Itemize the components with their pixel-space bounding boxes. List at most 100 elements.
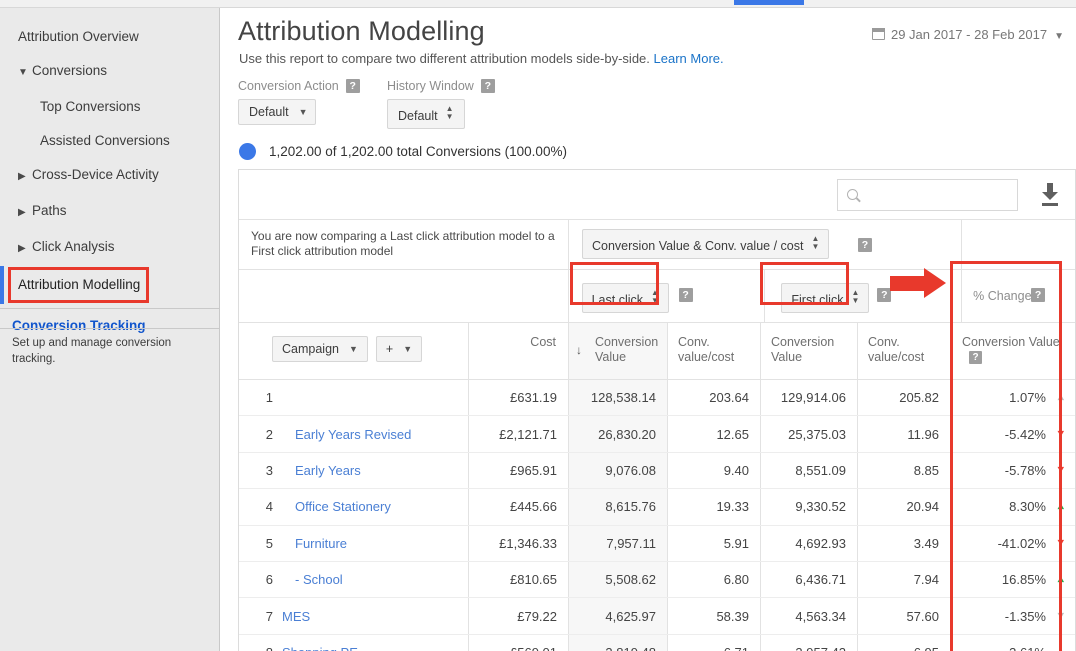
attribution-modelling-screen: Attribution Overview ▼Conversions Top Co… [0, 0, 1076, 651]
conversion-value-first: 6,436.71 [761, 572, 857, 587]
triangle-down-icon: ▼ [18, 65, 32, 81]
conversion-value-last: 5,508.62 [569, 572, 667, 587]
row-cell-conv-value-cost-first: 11.96 [858, 416, 951, 451]
table-row[interactable]: 2 Early Years Revised £2,121.71 26,830.2… [239, 416, 1075, 452]
date-range-label: 29 Jan 2017 - 28 Feb 2017 [891, 27, 1047, 42]
learn-more-link[interactable]: Learn More. [654, 51, 724, 66]
campaign-link[interactable]: Furniture [273, 536, 347, 551]
table-row[interactable]: 4 Office Stationery £445.66 8,615.76 19.… [239, 489, 1075, 525]
campaign-dimension-button[interactable]: Campaign▼ [272, 336, 368, 362]
campaign-link[interactable]: Office Stationery [273, 499, 391, 514]
row-cell-campaign: 7 MES [239, 598, 469, 633]
row-cell-campaign: 1 [239, 380, 469, 415]
row-cell-change: -5.42%⯆ [951, 416, 1075, 451]
sidebar-item-assisted-conversions[interactable]: Assisted Conversions [0, 124, 219, 158]
row-cell-change: -41.02%⯆ [951, 526, 1075, 561]
help-icon-first-click[interactable]: ? [877, 288, 891, 302]
last-click-model-value: Last click [592, 293, 643, 307]
table-row[interactable]: 1 £631.19 128,538.14 203.64 129,914.06 2… [239, 380, 1075, 416]
conversion-action-select[interactable]: Default▼ [238, 99, 316, 125]
conversion-action-label: Conversion Action [238, 79, 339, 93]
row-cell-conversion-value-first: 4,692.93 [761, 526, 858, 561]
sidebar-item-attribution-overview[interactable]: Attribution Overview [0, 20, 219, 54]
spinner-updown-icon: ▲▼ [851, 289, 859, 305]
sidebar-item-conversions[interactable]: ▼Conversions [0, 54, 219, 90]
download-icon[interactable] [1038, 183, 1062, 207]
comparison-message-row: You are now comparing a Last click attri… [239, 220, 1075, 270]
trend-up-icon: ⯅ [1056, 574, 1065, 586]
campaign-link[interactable]: - School [273, 572, 343, 587]
header-label-cost: Cost [469, 323, 568, 350]
search-input[interactable] [838, 180, 1017, 210]
conversion-value-last: 4,625.97 [569, 609, 667, 624]
sidebar-item-attribution-modelling[interactable]: Attribution Modelling [0, 266, 219, 304]
sidebar-item-label: Conversions [32, 63, 107, 78]
triangle-right-icon: ▶ [18, 169, 32, 185]
metric-selector[interactable]: Conversion Value & Conv. value / cost ▲▼ [582, 229, 829, 259]
sidebar-item-click-analysis[interactable]: ▶Click Analysis [0, 230, 219, 266]
header-label-change-text: Conversion Value [962, 335, 1060, 349]
chevron-down-icon: ▼ [403, 344, 412, 354]
cost-value: £965.91 [469, 463, 568, 478]
table-row[interactable]: 3 Early Years £965.91 9,076.08 9.40 8,55… [239, 453, 1075, 489]
header-label-conversion-value-first: Conversion Value [761, 323, 857, 365]
conv-value-cost-last: 19.33 [668, 499, 760, 514]
sidebar-item-paths[interactable]: ▶Paths [0, 194, 219, 230]
conversion-tracking-link[interactable]: Conversion Tracking [12, 317, 209, 335]
spinner-updown-icon: ▲▼ [811, 235, 819, 251]
sidebar-footer-conversion-tracking[interactable]: Conversion Tracking Set up and manage co… [0, 309, 219, 377]
chevron-down-icon: ▼ [1054, 31, 1064, 42]
search-box[interactable] [837, 179, 1018, 211]
add-dimension-button[interactable]: +▼ [376, 336, 422, 362]
table-row[interactable]: 7 MES £79.22 4,625.97 58.39 4,563.34 57.… [239, 598, 1075, 634]
table-row[interactable]: 5 Furniture £1,346.33 7,957.11 5.91 4,69… [239, 526, 1075, 562]
help-icon-last-click[interactable]: ? [679, 288, 693, 302]
table-row[interactable]: 8 Shopping PE £569.01 3,819.48 6.71 3,95… [239, 635, 1075, 651]
change-value: 8.30% [1009, 499, 1046, 514]
last-click-model-select[interactable]: Last click ▲▼ [582, 283, 669, 313]
row-cell-conv-value-cost-last: 19.33 [668, 489, 761, 524]
header-cell-cost[interactable]: Cost [469, 323, 569, 379]
cost-value: £631.19 [469, 390, 568, 405]
campaign-link[interactable]: MES [273, 609, 310, 624]
metric-selector-value: Conversion Value & Conv. value / cost [592, 239, 803, 253]
date-range-picker[interactable]: 29 Jan 2017 - 28 Feb 2017 ▼ [872, 27, 1064, 42]
cost-value: £569.01 [469, 645, 568, 651]
help-icon-metric-selector[interactable]: ? [858, 238, 872, 252]
conv-value-cost-last: 6.80 [668, 572, 760, 587]
sidebar-item-cross-device-activity[interactable]: ▶Cross-Device Activity [0, 158, 219, 194]
header-cell-change-conversion-value[interactable]: Conversion Value? [951, 323, 1075, 379]
triangle-right-icon: ▶ [18, 205, 32, 221]
row-cell-cost: £965.91 [469, 453, 569, 488]
row-index: 3 [239, 463, 273, 478]
help-icon-change-conversion-value[interactable]: ? [969, 351, 982, 364]
help-icon-percent-change[interactable]: ? [1031, 288, 1045, 302]
conversion-value-last: 8,615.76 [569, 499, 667, 514]
campaign-link[interactable]: Early Years [273, 463, 361, 478]
page-subtitle-text: Use this report to compare two different… [239, 51, 650, 66]
page-subtitle: Use this report to compare two different… [239, 51, 724, 66]
help-icon-history-window[interactable]: ? [481, 79, 495, 93]
header-cell-conversion-value-last-click[interactable]: ↓ Conversion Value [569, 323, 668, 379]
campaign-link[interactable]: Early Years Revised [273, 427, 411, 442]
row-index: 6 [239, 572, 273, 587]
triangle-right-icon: ▶ [18, 241, 32, 257]
help-icon-conversion-action[interactable]: ? [346, 79, 360, 93]
history-window-select[interactable]: Default▲▼ [387, 99, 465, 129]
conv-value-cost-first: 57.60 [858, 609, 950, 624]
row-cell-conversion-value-last: 9,076.08 [569, 453, 668, 488]
header-cell-conv-value-cost-first-click[interactable]: Conv. value/cost [858, 323, 951, 379]
sidebar-item-top-conversions[interactable]: Top Conversions [0, 90, 219, 124]
sidebar-item-label: Attribution Overview [18, 29, 139, 44]
header-cell-conversion-value-first-click[interactable]: Conversion Value [761, 323, 858, 379]
table-row[interactable]: 6 - School £810.65 5,508.62 6.80 6,436.7… [239, 562, 1075, 598]
model-selector-row: Last click▲▼ ? First click▲▼ ? % Change … [239, 270, 1075, 323]
campaign-link[interactable]: Shopping PE [273, 645, 358, 651]
row-index: 7 [239, 609, 273, 624]
first-click-model-select[interactable]: First click▲▼ [781, 283, 869, 313]
header-cell-conv-value-cost-last-click[interactable]: Conv. value/cost [668, 323, 761, 379]
conversion-value-last: 3,819.48 [569, 645, 667, 651]
cost-value: £2,121.71 [469, 427, 568, 442]
row-index: 2 [239, 427, 273, 442]
spinner-updown-icon: ▲▼ [651, 289, 659, 305]
